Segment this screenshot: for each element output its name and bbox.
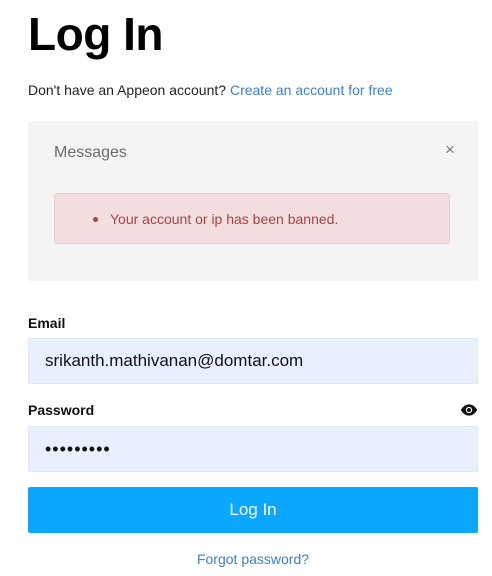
page-title: Log In [28,8,163,60]
messages-panel: Messages × Your account or ip has been b… [28,121,478,281]
login-button[interactable]: Log In [28,487,478,533]
close-icon: × [445,140,455,159]
messages-title: Messages [54,144,127,161]
close-messages-button[interactable]: × [442,141,458,159]
eye-icon[interactable] [460,403,478,417]
error-alert: Your account or ip has been banned. [54,193,450,244]
signup-prompt: Don't have an Appeon account? Create an … [28,81,393,99]
bullet-icon [93,217,98,222]
signup-prompt-text: Don't have an Appeon account? [28,82,227,98]
error-message: Your account or ip has been banned. [110,211,339,227]
login-page: Log In Don't have an Appeon account? Cre… [0,0,492,576]
forgot-password-link[interactable]: Forgot password? [0,550,492,568]
email-field[interactable] [28,338,478,384]
create-account-link[interactable]: Create an account for free [230,82,393,98]
password-label: Password [28,402,95,418]
email-label: Email [28,315,66,331]
password-field[interactable] [28,426,478,472]
